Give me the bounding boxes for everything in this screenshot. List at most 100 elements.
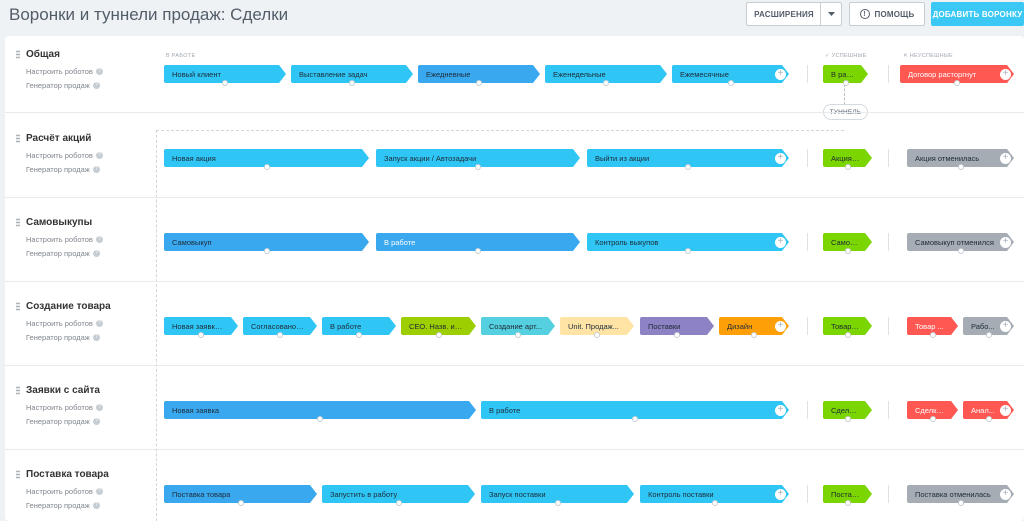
stage-settings-dot[interactable] xyxy=(728,80,734,86)
stage-settings-dot[interactable] xyxy=(349,80,355,86)
funnel-name[interactable]: Самовыкупы xyxy=(26,217,92,228)
stage-settings-dot[interactable] xyxy=(845,164,851,170)
stage-settings-dot[interactable] xyxy=(845,416,851,422)
sales-generator-link[interactable]: Генератор продаж? xyxy=(26,501,100,510)
stage-settings-dot[interactable] xyxy=(475,248,481,254)
help-button[interactable]: ! ПОМОЩЬ xyxy=(849,2,925,26)
stage-settings-dot[interactable] xyxy=(930,416,936,422)
stage-settings-dot[interactable] xyxy=(317,416,323,422)
help-icon[interactable]: ? xyxy=(95,488,103,495)
drag-handle-icon[interactable] xyxy=(16,50,20,59)
stage-settings-dot[interactable] xyxy=(594,332,600,338)
stage-settings-dot[interactable] xyxy=(674,332,680,338)
stage-settings-dot[interactable] xyxy=(958,500,964,506)
add-stage-icon[interactable]: + xyxy=(775,236,786,248)
stage-settings-dot[interactable] xyxy=(954,80,960,86)
tunnel-connector-vertical xyxy=(156,130,157,521)
sales-generator-label: Генератор продаж xyxy=(26,501,90,510)
stage-settings-dot[interactable] xyxy=(958,164,964,170)
add-stage-icon[interactable]: + xyxy=(775,68,786,80)
add-stage-icon[interactable]: + xyxy=(1000,68,1011,80)
add-funnel-button[interactable]: ДОБАВИТЬ ВОРОНКУ xyxy=(931,2,1024,26)
stage-settings-dot[interactable] xyxy=(277,332,283,338)
drag-handle-icon[interactable] xyxy=(16,386,20,395)
section-divider xyxy=(807,485,808,503)
column-header-failed: ✕ НЕУСПЕШНЫЕ xyxy=(903,53,954,59)
help-icon[interactable]: ? xyxy=(92,418,100,425)
add-stage-icon[interactable]: + xyxy=(1000,152,1011,164)
help-icon[interactable]: ? xyxy=(92,334,100,341)
stage-settings-dot[interactable] xyxy=(356,332,362,338)
sales-generator-link[interactable]: Генератор продаж? xyxy=(26,333,100,342)
stage-label: Самовыкуп xyxy=(172,237,212,247)
help-icon[interactable]: ? xyxy=(95,68,103,75)
help-icon[interactable]: ? xyxy=(95,236,103,243)
configure-robots-link[interactable]: Настроить роботов? xyxy=(26,487,103,496)
funnel-name[interactable]: Создание товара xyxy=(26,301,111,312)
stage-settings-dot[interactable] xyxy=(712,500,718,506)
add-stage-icon[interactable]: + xyxy=(1000,236,1011,248)
drag-handle-icon[interactable] xyxy=(16,134,20,143)
help-icon[interactable]: ? xyxy=(92,502,100,509)
stage-settings-dot[interactable] xyxy=(264,248,270,254)
stage-settings-dot[interactable] xyxy=(436,332,442,338)
funnel-name[interactable]: Общая xyxy=(26,49,60,60)
drag-handle-icon[interactable] xyxy=(16,218,20,227)
stage-settings-dot[interactable] xyxy=(930,332,936,338)
sales-generator-link[interactable]: Генератор продаж? xyxy=(26,165,100,174)
stage-settings-dot[interactable] xyxy=(845,500,851,506)
stage-settings-dot[interactable] xyxy=(845,248,851,254)
configure-robots-link[interactable]: Настроить роботов? xyxy=(26,403,103,412)
stage-settings-dot[interactable] xyxy=(264,164,270,170)
sales-generator-link[interactable]: Генератор продаж? xyxy=(26,417,100,426)
drag-handle-icon[interactable] xyxy=(16,470,20,479)
configure-robots-link[interactable]: Настроить роботов? xyxy=(26,151,103,160)
stage-settings-dot[interactable] xyxy=(986,416,992,422)
configure-robots-link[interactable]: Настроить роботов? xyxy=(26,235,103,244)
stage-settings-dot[interactable] xyxy=(685,248,691,254)
stage-settings-dot[interactable] xyxy=(222,80,228,86)
add-stage-icon[interactable]: + xyxy=(1000,488,1011,500)
configure-robots-link[interactable]: Настроить роботов? xyxy=(26,319,103,328)
extensions-dropdown-button[interactable] xyxy=(820,2,842,26)
stage-settings-dot[interactable] xyxy=(515,332,521,338)
stage-settings-dot[interactable] xyxy=(396,500,402,506)
stage-settings-dot[interactable] xyxy=(475,164,481,170)
stage-settings-dot[interactable] xyxy=(845,332,851,338)
add-stage-icon[interactable]: + xyxy=(1000,404,1011,416)
funnel-name[interactable]: Заявки с сайта xyxy=(26,385,100,396)
add-stage-icon[interactable]: + xyxy=(775,320,786,332)
add-stage-icon[interactable]: + xyxy=(1000,320,1011,332)
add-stage-icon[interactable]: + xyxy=(775,152,786,164)
drag-handle-icon[interactable] xyxy=(16,302,20,311)
stage-settings-dot[interactable] xyxy=(751,332,757,338)
stage-settings-dot[interactable] xyxy=(685,164,691,170)
sales-generator-link[interactable]: Генератор продаж? xyxy=(26,81,100,90)
help-icon[interactable]: ? xyxy=(92,82,100,89)
funnel-name[interactable]: Расчёт акций xyxy=(26,133,91,144)
configure-robots-link[interactable]: Настроить роботов? xyxy=(26,67,103,76)
stage-settings-dot[interactable] xyxy=(555,500,561,506)
stage-settings-dot[interactable] xyxy=(986,332,992,338)
stage-settings-dot[interactable] xyxy=(476,80,482,86)
add-stage-icon[interactable]: + xyxy=(775,404,786,416)
section-divider xyxy=(807,65,808,83)
funnel-name[interactable]: Поставка товара xyxy=(26,469,109,480)
help-icon[interactable]: ? xyxy=(95,404,103,411)
stage-settings-dot[interactable] xyxy=(603,80,609,86)
help-icon[interactable]: ? xyxy=(92,166,100,173)
stage-settings-dot[interactable] xyxy=(632,416,638,422)
stage-label: Самовыкуп отменился xyxy=(915,237,994,247)
help-icon[interactable]: ? xyxy=(95,320,103,327)
stage-settings-dot[interactable] xyxy=(238,500,244,506)
sales-generator-link[interactable]: Генератор продаж? xyxy=(26,249,100,258)
stage-settings-dot[interactable] xyxy=(843,80,849,86)
help-icon[interactable]: ? xyxy=(95,152,103,159)
stage-label: Поставк... xyxy=(831,489,860,499)
stage-settings-dot[interactable] xyxy=(198,332,204,338)
sales-generator-label: Генератор продаж xyxy=(26,333,90,342)
help-icon[interactable]: ? xyxy=(92,250,100,257)
add-stage-icon[interactable]: + xyxy=(775,488,786,500)
extensions-button[interactable]: РАСШИРЕНИЯ xyxy=(746,2,821,26)
stage-settings-dot[interactable] xyxy=(958,248,964,254)
